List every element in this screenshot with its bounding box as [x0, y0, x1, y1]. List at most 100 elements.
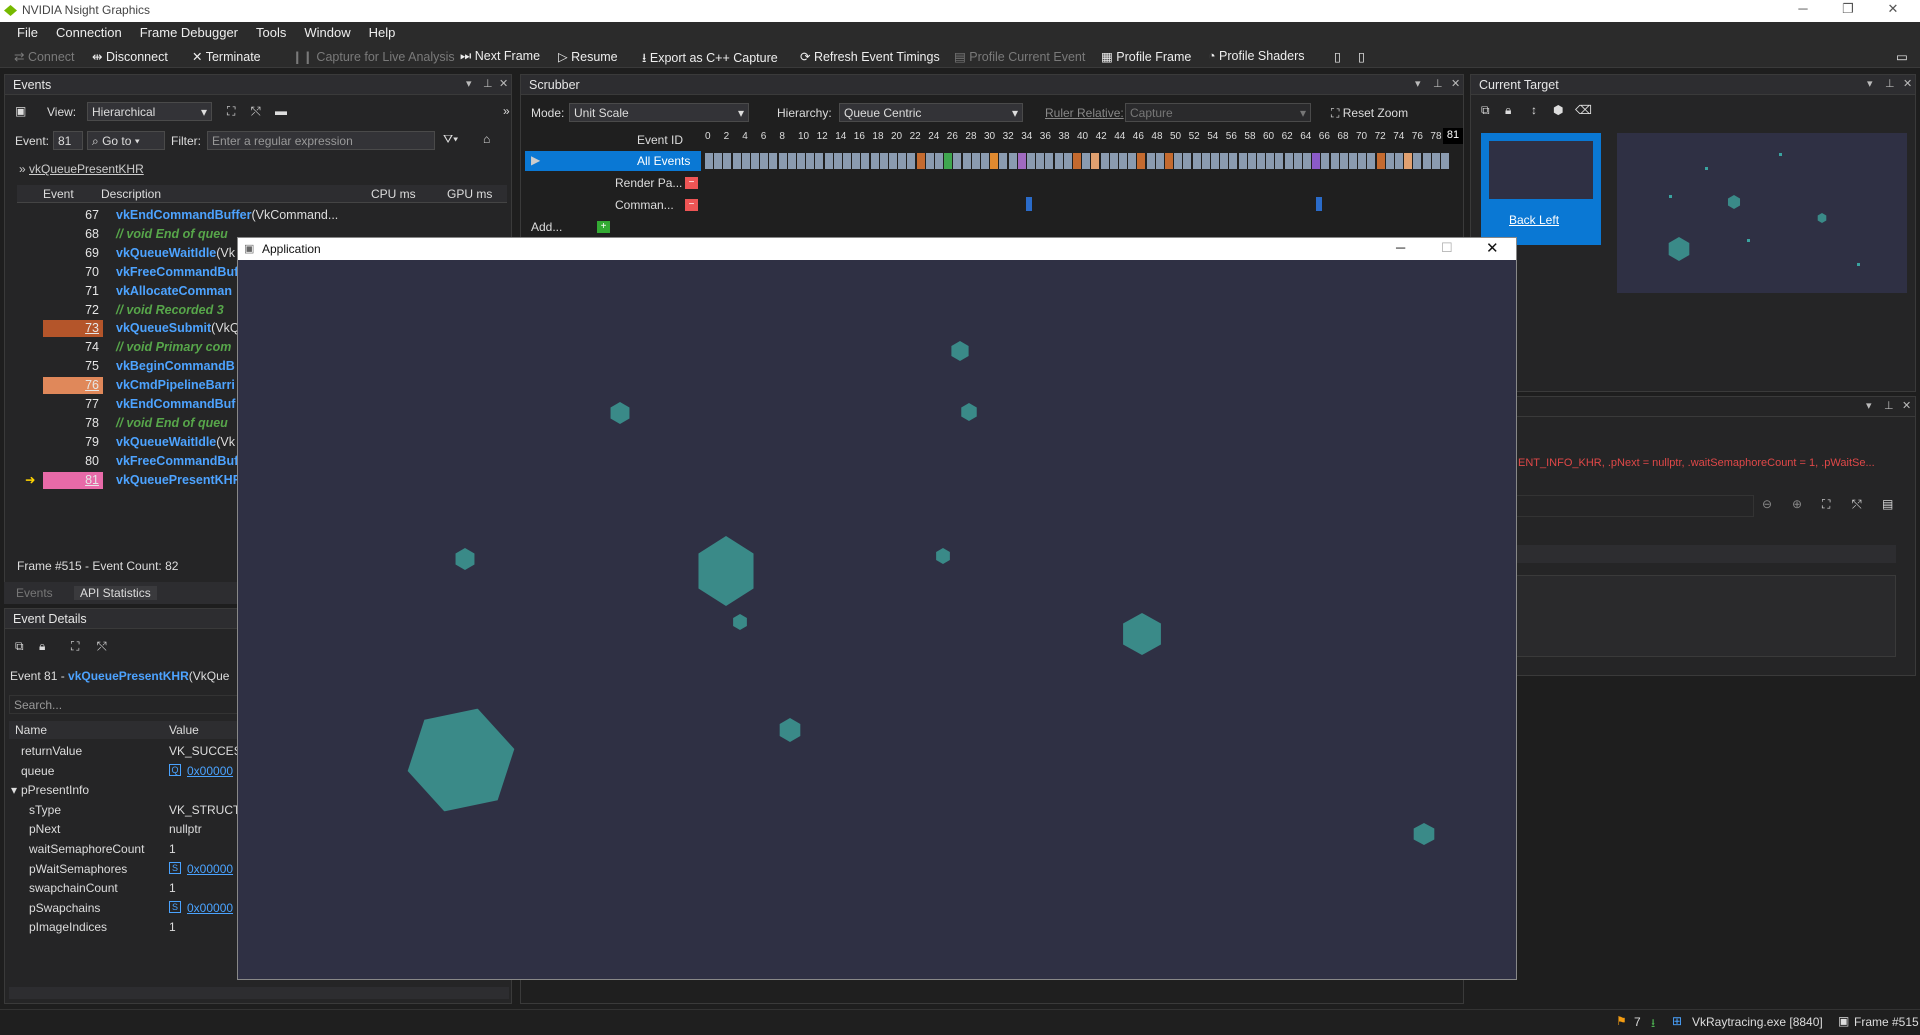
horizontal-scrollbar[interactable] [9, 987, 509, 999]
event-cell[interactable] [1027, 153, 1035, 169]
tab-api-statistics[interactable]: API Statistics [74, 586, 157, 600]
application-window[interactable]: ▣ Application ─ ☐ ✕ [237, 237, 1517, 980]
event-description[interactable]: vkQueuePresentKHR [116, 473, 242, 487]
all-events-row[interactable]: ▶ All Events [525, 151, 701, 171]
event-description[interactable]: vkCmdPipelineBarri [116, 378, 235, 392]
expand-all-icon[interactable]: ⛶ [227, 104, 235, 119]
event-cell[interactable] [1036, 153, 1045, 169]
event-cell[interactable] [778, 153, 787, 169]
event-cell[interactable] [843, 153, 851, 169]
event-cell[interactable] [806, 153, 815, 169]
event-cell[interactable] [1100, 153, 1109, 169]
panel-menu-icon[interactable]: ▾ [466, 77, 472, 90]
capture-live-button[interactable]: ❙❙ Capture for Live Analysis [292, 49, 455, 64]
detail-row[interactable]: waitSemaphoreCount 1 [9, 839, 239, 859]
event-cell[interactable] [1376, 153, 1385, 169]
event-cell[interactable] [861, 153, 870, 169]
tab-events[interactable]: Events [16, 586, 53, 600]
maximize-icon[interactable]: ☐ [1441, 240, 1453, 256]
remove-row-icon[interactable]: − [685, 199, 698, 211]
disconnect-button[interactable]: ⇹ Disconnect [92, 49, 168, 64]
detail-row[interactable]: pNext nullptr [9, 819, 239, 839]
event-cell[interactable] [1054, 153, 1063, 169]
expand-all-icon[interactable]: ⛶ [1822, 497, 1830, 512]
detail-row[interactable]: swapchainCount 1 [9, 878, 239, 898]
menu-frame-debugger[interactable]: Frame Debugger [131, 25, 247, 40]
event-cell[interactable] [787, 153, 796, 169]
goto-button[interactable]: ⌕ Go to ▾ [87, 131, 165, 150]
event-cell[interactable] [769, 153, 778, 169]
event-cell[interactable] [824, 153, 833, 169]
detail-row[interactable]: returnValue VK_SUCCESS [9, 741, 250, 761]
event-cell[interactable] [1257, 153, 1265, 169]
detail-value[interactable]: 0x00000 [187, 901, 233, 915]
event-cell[interactable] [870, 153, 879, 169]
event-cell[interactable] [741, 153, 750, 169]
event-cell[interactable] [1293, 153, 1302, 169]
filter-input[interactable]: Enter a regular expression [207, 131, 435, 150]
lock-icon[interactable]: 🔒︎ [1505, 103, 1511, 118]
add-icon[interactable]: + [597, 221, 610, 233]
event-description[interactable]: vkQueueSubmit(VkQ [116, 321, 240, 335]
restore-icon[interactable]: ❐ [1838, 1, 1858, 17]
event-cell[interactable] [705, 153, 713, 169]
event-cell[interactable] [1183, 153, 1192, 169]
profile-frame-button[interactable]: ▦ Profile Frame [1101, 49, 1191, 64]
play-icon[interactable]: ▶ [531, 153, 540, 167]
reset-zoom-button[interactable]: ⛶ Reset Zoom [1331, 106, 1408, 121]
event-cell[interactable] [1045, 153, 1054, 169]
event-cell[interactable] [760, 153, 769, 169]
event-cell[interactable] [1073, 153, 1081, 169]
detail-value[interactable]: 0x00000 [187, 862, 233, 876]
event-cell[interactable] [1247, 153, 1256, 169]
event-cell[interactable] [1349, 153, 1357, 169]
event-description[interactable]: // void End of queu [116, 416, 228, 430]
event-description[interactable]: vkQueueWaitIdle(Vk [116, 435, 235, 449]
event-cell[interactable] [1008, 153, 1017, 169]
next-frame-button[interactable]: ⏭ Next Frame [460, 49, 540, 64]
event-cell[interactable] [1137, 153, 1146, 169]
breadcrumb[interactable]: » vkQueuePresentKHR [19, 162, 144, 176]
event-cell[interactable] [1220, 153, 1229, 169]
lock-icon[interactable]: 🔒︎ [39, 639, 45, 654]
event-cell[interactable] [1165, 153, 1173, 169]
event-cell[interactable] [1155, 153, 1164, 169]
ruler-select[interactable]: Capture ▾ [1125, 103, 1311, 122]
event-cell[interactable] [944, 153, 953, 169]
copy-icon[interactable]: ⧉ [1481, 103, 1490, 118]
panel-close-icon[interactable]: ✕ [1903, 77, 1912, 90]
event-description[interactable]: vkFreeCommandBuf [116, 454, 238, 468]
event-description[interactable]: vkEndCommandBuffer(VkCommand... [116, 208, 338, 222]
panel-menu-icon[interactable]: ▾ [1415, 77, 1421, 90]
detail-row[interactable]: queue Q 0x00000 [9, 761, 239, 781]
filter-funnel-icon[interactable]: ⛛▾ [443, 132, 458, 147]
event-cell[interactable] [1321, 153, 1330, 169]
eraser-icon[interactable]: ⌫ [1575, 103, 1592, 117]
resume-button[interactable]: ▷ Resume [558, 49, 618, 64]
forward-icon[interactable]: ⊕ [1792, 497, 1802, 511]
back-left-label[interactable]: Back Left [1509, 213, 1559, 227]
minimize-icon[interactable]: ─ [1396, 240, 1405, 255]
pin-icon[interactable]: ⊥ [1885, 77, 1895, 90]
event-cell[interactable] [1358, 153, 1367, 169]
event-description[interactable]: vkQueueWaitIdle(Vk [116, 246, 235, 260]
event-cell[interactable] [1063, 153, 1072, 169]
event-cell[interactable] [907, 153, 916, 169]
event-cell[interactable] [889, 153, 897, 169]
command-row[interactable]: Comman... − [525, 195, 701, 215]
event-description[interactable]: vkEndCommandBuf [116, 397, 235, 411]
event-cell[interactable] [1441, 153, 1449, 169]
inspector-search[interactable] [1516, 495, 1754, 517]
pin-icon[interactable]: ⊥ [1433, 77, 1443, 90]
hierarchy-select[interactable]: Queue Centric ▾ [839, 103, 1023, 122]
command-marker[interactable] [1026, 197, 1032, 211]
remove-row-icon[interactable]: − [685, 177, 698, 189]
event-cell[interactable] [852, 153, 861, 169]
col-name[interactable]: Name [15, 723, 47, 737]
col-value[interactable]: Value [169, 723, 199, 737]
cube-icon[interactable]: ⬢ [1553, 103, 1563, 117]
close-icon[interactable]: ✕ [1486, 239, 1499, 257]
event-cell[interactable] [981, 153, 989, 169]
copy-icon[interactable]: ⧉ [15, 639, 24, 654]
collapse-all-icon[interactable]: ⤲ [1852, 497, 1862, 512]
